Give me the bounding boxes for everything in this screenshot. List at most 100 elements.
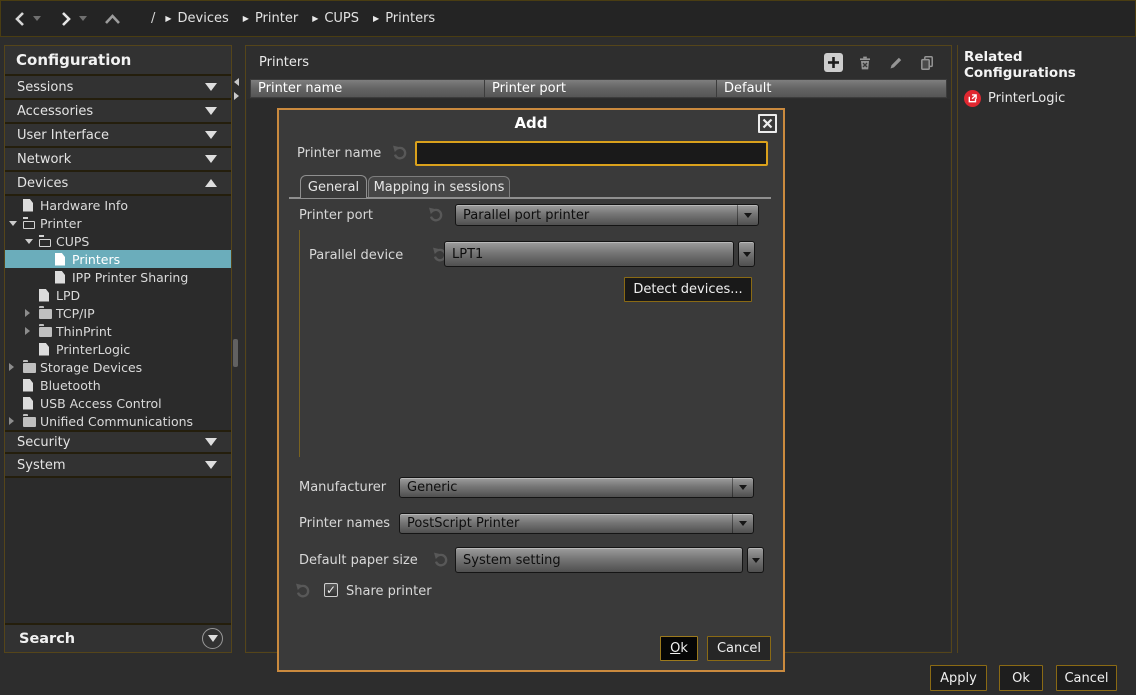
chevron-down-icon	[205, 155, 217, 163]
column-header-printer-name[interactable]: Printer name	[250, 79, 485, 98]
related-item-printerlogic[interactable]: PrinterLogic	[964, 90, 1136, 107]
apply-button[interactable]: Apply	[930, 665, 987, 691]
revert-icon[interactable]	[428, 207, 444, 223]
tree-item-printers[interactable]: Printers	[5, 250, 231, 268]
tab-mapping-in-sessions[interactable]: Mapping in sessions	[368, 176, 510, 197]
breadcrumb-root[interactable]: /	[151, 11, 155, 26]
column-header-printer-port[interactable]: Printer port	[485, 79, 717, 98]
column-header-default[interactable]: Default	[717, 79, 947, 98]
default-paper-size-dropdown-button[interactable]	[747, 547, 764, 573]
detect-devices-button[interactable]: Detect devices...	[624, 277, 752, 302]
expander-closed-icon[interactable]	[9, 363, 23, 371]
tree-item-printerlogic[interactable]: PrinterLogic	[5, 340, 231, 358]
share-printer-checkbox[interactable]: ✓	[324, 583, 338, 597]
chevron-down-icon	[205, 83, 217, 91]
tree-item-thinprint[interactable]: ThinPrint	[5, 322, 231, 340]
file-icon	[23, 199, 40, 212]
edit-button[interactable]	[886, 53, 905, 72]
dropdown-arrow-icon	[732, 514, 753, 533]
devices-tree: Hardware Info Printer CUPS Printers IPP …	[5, 196, 231, 430]
tree-item-printer[interactable]: Printer	[5, 214, 231, 232]
tab-general[interactable]: General	[300, 175, 367, 198]
printer-port-dropdown[interactable]: Parallel port printer	[455, 204, 759, 226]
dialog-close-button[interactable]	[758, 114, 777, 133]
search-expand-button[interactable]	[202, 628, 223, 649]
igel-setup-window: / ▶Devices ▶Printer ▶CUPS ▶Printers Conf…	[0, 0, 1136, 695]
add-button[interactable]	[824, 53, 843, 72]
default-paper-size-combobox[interactable]: System setting	[455, 547, 743, 573]
dialog-ok-button[interactable]: Ok	[660, 636, 698, 661]
tree-item-hardware-info[interactable]: Hardware Info	[5, 196, 231, 214]
copy-icon	[919, 55, 935, 71]
tree-item-tcpip[interactable]: TCP/IP	[5, 304, 231, 322]
chevron-right-icon	[59, 11, 73, 27]
file-icon	[23, 397, 40, 410]
parallel-device-dropdown-button[interactable]	[738, 241, 755, 267]
revert-icon[interactable]	[392, 145, 408, 161]
share-printer-label: Share printer	[346, 584, 432, 599]
collapse-right-icon[interactable]	[234, 92, 239, 100]
breadcrumb-devices[interactable]: ▶Devices	[165, 11, 228, 26]
tree-item-usb-access-control[interactable]: USB Access Control	[5, 394, 231, 412]
dropdown-arrow-icon	[737, 205, 758, 225]
sidebar-item-user-interface[interactable]: User Interface	[5, 124, 231, 148]
chevron-up-icon	[104, 13, 121, 25]
breadcrumb-cups[interactable]: ▶CUPS	[312, 11, 359, 26]
breadcrumb-printers[interactable]: ▶Printers	[373, 11, 435, 26]
dialog-cancel-button[interactable]: Cancel	[707, 636, 771, 661]
folder-icon	[23, 415, 40, 427]
sidebar-item-network[interactable]: Network	[5, 148, 231, 172]
sidebar-item-devices[interactable]: Devices	[5, 172, 231, 196]
dialog-title: Add	[279, 110, 783, 136]
forward-button[interactable]	[55, 7, 77, 31]
sidebar-scrollbar-thumb[interactable]	[233, 339, 238, 367]
file-icon	[39, 343, 56, 356]
expander-closed-icon[interactable]	[25, 309, 39, 317]
collapse-left-icon[interactable]	[234, 78, 239, 86]
back-history-caret-icon[interactable]	[31, 7, 43, 31]
parallel-device-combobox[interactable]: LPT1	[444, 241, 734, 267]
folder-open-icon	[23, 218, 40, 229]
manufacturer-label: Manufacturer	[299, 480, 386, 495]
tree-item-storage-devices[interactable]: Storage Devices	[5, 358, 231, 376]
sidebar-item-accessories[interactable]: Accessories	[5, 100, 231, 124]
manufacturer-dropdown[interactable]: Generic	[399, 477, 754, 498]
sidebar-item-system[interactable]: System	[5, 454, 231, 478]
delete-button[interactable]	[855, 53, 874, 72]
ok-button[interactable]: Ok	[999, 665, 1043, 691]
expander-closed-icon[interactable]	[9, 417, 23, 425]
breadcrumb-printer[interactable]: ▶Printer	[243, 11, 298, 26]
printer-names-dropdown[interactable]: PostScript Printer	[399, 513, 754, 534]
trash-icon	[857, 55, 873, 71]
chevron-down-icon	[205, 438, 217, 446]
cancel-button[interactable]: Cancel	[1056, 665, 1117, 691]
default-paper-size-label: Default paper size	[299, 553, 418, 568]
chevron-left-icon	[13, 11, 27, 27]
expander-open-icon[interactable]	[25, 239, 39, 244]
breadcrumb-arrow-icon: ▶	[165, 15, 171, 23]
configuration-title: Configuration	[5, 46, 231, 76]
configuration-panel: Configuration Sessions Accessories User …	[4, 45, 232, 653]
up-button[interactable]	[101, 7, 123, 31]
related-configurations-panel: Related Configurations PrinterLogic	[957, 45, 1136, 653]
printer-name-label: Printer name	[297, 146, 381, 161]
add-printer-dialog: Add Printer name General Mapping in sess…	[277, 108, 785, 672]
sidebar-item-sessions[interactable]: Sessions	[5, 76, 231, 100]
back-button[interactable]	[9, 7, 31, 31]
tree-item-ipp-printer-sharing[interactable]: IPP Printer Sharing	[5, 268, 231, 286]
tree-item-lpd[interactable]: LPD	[5, 286, 231, 304]
printer-name-input[interactable]	[415, 141, 768, 166]
forward-history-caret-icon[interactable]	[77, 7, 89, 31]
sidebar-item-security[interactable]: Security	[5, 430, 231, 454]
tree-item-cups[interactable]: CUPS	[5, 232, 231, 250]
revert-icon[interactable]	[433, 552, 449, 568]
expander-open-icon[interactable]	[9, 221, 23, 226]
revert-icon[interactable]	[295, 583, 311, 599]
folder-icon	[23, 361, 40, 373]
tree-item-bluetooth[interactable]: Bluetooth	[5, 376, 231, 394]
printers-panel-header: Printers	[246, 46, 951, 79]
expander-closed-icon[interactable]	[25, 327, 39, 335]
duplicate-button[interactable]	[917, 53, 936, 72]
printers-table-header: Printer name Printer port Default	[250, 79, 947, 98]
tree-item-unified-communications[interactable]: Unified Communications	[5, 412, 231, 430]
